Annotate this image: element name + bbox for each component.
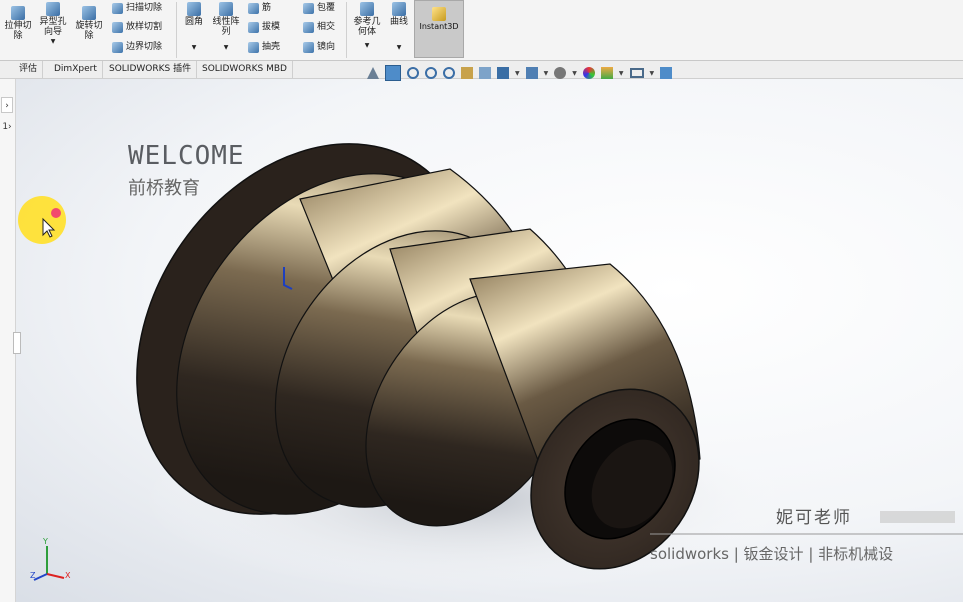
intersect-button[interactable]: 相交 bbox=[303, 21, 335, 33]
curves-icon bbox=[392, 2, 406, 16]
cursor-click-dot bbox=[51, 208, 61, 218]
heads-up-view-toolbar: ▼ ▼ ▼ ▼ ▼ bbox=[367, 64, 673, 82]
rib-button[interactable]: 筋 bbox=[248, 2, 271, 14]
fillet-label: 圆角 bbox=[184, 17, 203, 27]
hole-wizard-button[interactable]: 异型孔 向导 ▼ bbox=[36, 2, 70, 47]
feature-manager-collapsed: › 1› bbox=[0, 79, 21, 602]
previous-view-icon[interactable] bbox=[367, 67, 379, 79]
blurred-id bbox=[880, 511, 955, 523]
curves-dropdown[interactable]: ▼ bbox=[386, 43, 412, 53]
revolve-cut-label: 旋转切 除 bbox=[75, 21, 103, 41]
command-ribbon: 拉伸切 除 异型孔 向导 ▼ 旋转切 除 扫描切除 放样切割 边界切除 圆角 ▼… bbox=[0, 0, 963, 61]
display-style-dropdown-icon[interactable]: ▼ bbox=[515, 70, 520, 77]
linear-pattern-button[interactable]: 线性阵 列 ▼ bbox=[210, 2, 242, 53]
lofted-cut-icon bbox=[112, 21, 123, 33]
expand-panel-button[interactable]: › bbox=[1, 97, 13, 113]
hide-show-icon[interactable] bbox=[554, 67, 567, 79]
instant3d-label: Instant3D bbox=[419, 22, 459, 31]
display-style-icon[interactable] bbox=[497, 67, 509, 79]
instant3d-button[interactable]: Instant3D bbox=[414, 0, 464, 58]
ribbon-separator bbox=[176, 2, 177, 58]
mirror-icon bbox=[303, 41, 314, 53]
reference-geometry-label: 参考几 何体 bbox=[353, 17, 381, 37]
dynamic-annotation-icon[interactable] bbox=[479, 67, 491, 79]
zoom-selection-icon[interactable] bbox=[443, 67, 455, 79]
scene-icon[interactable] bbox=[600, 67, 613, 79]
hide-show-dropdown-icon[interactable]: ▼ bbox=[572, 70, 577, 77]
shell-label: 抽壳 bbox=[262, 42, 281, 52]
welcome-text: WELCOME bbox=[128, 141, 245, 171]
linear-pattern-label: 线性阵 列 bbox=[212, 17, 240, 37]
lofted-cut-label: 放样切割 bbox=[126, 22, 163, 32]
extrude-cut-label: 拉伸切 除 bbox=[4, 21, 32, 41]
view-orientation-icon[interactable] bbox=[385, 65, 401, 81]
triad-y-label: Y bbox=[43, 537, 48, 546]
teacher-text: 妮可老师 bbox=[776, 508, 852, 528]
reference-geometry-icon bbox=[360, 2, 374, 16]
tab-solidworks-addins[interactable]: SOLIDWORKS 插件 bbox=[104, 61, 198, 78]
triad-x-label: X bbox=[65, 571, 71, 580]
draft-icon bbox=[248, 21, 259, 33]
fillet-icon bbox=[187, 2, 201, 16]
scene-dropdown-icon[interactable]: ▼ bbox=[619, 70, 624, 77]
rib-icon bbox=[248, 2, 259, 14]
shell-button[interactable]: 抽壳 bbox=[248, 41, 280, 53]
draft-label: 拔模 bbox=[262, 22, 281, 32]
intersect-label: 相交 bbox=[317, 22, 336, 32]
hole-wizard-label: 异型孔 向导 bbox=[39, 17, 67, 37]
wrap-label: 包覆 bbox=[317, 3, 336, 13]
section-view-icon[interactable] bbox=[461, 67, 473, 79]
tab-dimxpert[interactable]: DimXpert bbox=[49, 61, 103, 78]
boundary-cut-label: 边界切除 bbox=[126, 42, 163, 52]
zoom-to-area-icon[interactable] bbox=[425, 67, 437, 79]
curves-label: 曲线 bbox=[389, 17, 408, 27]
cursor-highlight bbox=[18, 196, 66, 244]
linear-pattern-dropdown[interactable]: ▼ bbox=[210, 43, 242, 53]
fillet-dropdown[interactable]: ▼ bbox=[180, 43, 208, 53]
view-settings-icon[interactable] bbox=[629, 68, 644, 78]
triad-z-label: Z bbox=[30, 571, 36, 580]
revolve-cut-button[interactable]: 旋转切 除 bbox=[72, 6, 106, 41]
swept-cut-label: 扫描切除 bbox=[126, 3, 163, 13]
hole-wizard-dropdown[interactable]: ▼ bbox=[36, 37, 70, 47]
shell-icon bbox=[248, 41, 259, 53]
swept-cut-button[interactable]: 扫描切除 bbox=[112, 2, 162, 14]
brand-text: 前桥教育 bbox=[128, 178, 200, 199]
boundary-cut-button[interactable]: 边界切除 bbox=[112, 41, 162, 53]
view-settings-dropdown-icon[interactable]: ▼ bbox=[650, 70, 655, 77]
ribbon-separator bbox=[346, 2, 347, 58]
view-type-dropdown-icon[interactable]: ▼ bbox=[544, 70, 549, 77]
tree-item[interactable]: 1› bbox=[1, 119, 13, 135]
footer-text: solidworks | 钣金设计 | 非标机械设 bbox=[650, 545, 894, 563]
reference-geometry-button[interactable]: 参考几 何体 ▼ bbox=[350, 2, 384, 51]
intersect-icon bbox=[303, 21, 314, 33]
graphics-area[interactable]: WELCOME 前桥教育 妮可老师 solidworks | 钣金设计 | 非标… bbox=[0, 79, 963, 602]
revolve-cut-icon bbox=[82, 6, 96, 20]
zoom-to-fit-icon[interactable] bbox=[407, 67, 419, 79]
rib-label: 筋 bbox=[262, 3, 272, 13]
edit-appearance-icon[interactable] bbox=[582, 67, 595, 79]
extrude-cut-icon bbox=[11, 6, 25, 20]
reference-geometry-dropdown[interactable]: ▼ bbox=[350, 41, 384, 51]
mirror-button[interactable]: 镜向 bbox=[303, 41, 335, 53]
instant3d-icon bbox=[432, 7, 446, 21]
tab-evaluate[interactable]: 评估 bbox=[14, 61, 44, 78]
boundary-cut-icon bbox=[112, 41, 123, 53]
draft-button[interactable]: 拔模 bbox=[248, 21, 280, 33]
hole-wizard-icon bbox=[46, 2, 60, 16]
panel-resize-handle[interactable] bbox=[13, 332, 21, 354]
swept-cut-icon bbox=[112, 2, 123, 14]
wrap-icon bbox=[303, 2, 314, 14]
fillet-button[interactable]: 圆角 ▼ bbox=[180, 2, 208, 53]
linear-pattern-icon bbox=[219, 2, 233, 16]
cube-icon[interactable] bbox=[660, 67, 673, 79]
tab-solidworks-mbd[interactable]: SOLIDWORKS MBD bbox=[197, 61, 293, 78]
wrap-button[interactable]: 包覆 bbox=[303, 2, 335, 14]
extrude-cut-button[interactable]: 拉伸切 除 bbox=[1, 6, 35, 41]
lofted-cut-button[interactable]: 放样切割 bbox=[112, 21, 162, 33]
view-type-icon[interactable] bbox=[525, 67, 538, 79]
mirror-label: 镜向 bbox=[317, 42, 336, 52]
curves-button[interactable]: 曲线 ▼ bbox=[386, 2, 412, 53]
